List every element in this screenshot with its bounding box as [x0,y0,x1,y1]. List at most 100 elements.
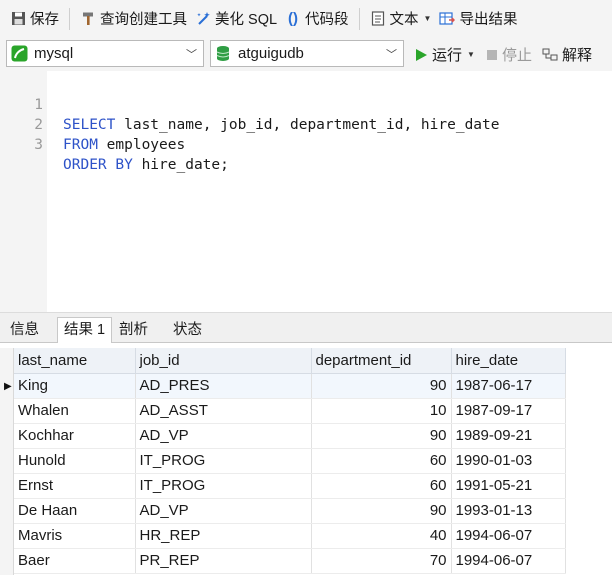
braces-icon: () [288,10,299,27]
column-header-hire-date[interactable]: hire_date [451,348,566,374]
chevron-down-icon: ﹀ [186,49,197,61]
cell-department-id[interactable]: 90 [311,423,452,449]
server-value: mysql [34,45,74,62]
text-output-button[interactable]: 文本 ▼ [366,6,436,32]
code-line: 2 FROM employees [0,95,185,153]
sql-text: employees [97,137,186,153]
document-icon [370,11,386,27]
cell-hire-date[interactable]: 1993-01-13 [451,498,566,524]
table-row[interactable]: Mavris HR_REP 40 1994-06-07 [14,523,566,549]
table-row[interactable]: Kochhar AD_VP 90 1989-09-21 [14,423,566,449]
cell-hire-date[interactable]: 1989-09-21 [451,423,566,449]
table-row[interactable]: De Haan AD_VP 90 1993-01-13 [14,498,566,524]
result-table: last_name job_id department_id hire_date… [14,348,566,574]
code-snippet-label: 代码段 [305,12,349,28]
cell-job-id[interactable]: AD_ASST [135,398,312,424]
cell-job-id[interactable]: AD_VP [135,498,312,524]
table-row[interactable]: King AD_PRES 90 1987-06-17 [14,373,566,399]
cell-department-id[interactable]: 90 [311,498,452,524]
beautify-sql-button[interactable]: 美化 SQL [191,6,281,32]
table-row[interactable]: Ernst IT_PROG 60 1991-05-21 [14,473,566,499]
run-button[interactable]: 运行 ▼ [414,44,475,65]
save-button[interactable]: 保存 [6,6,63,32]
sql-text: last_name, job_id, department_id, hire_d… [115,117,500,133]
toolbar-divider [69,7,70,30]
cell-department-id[interactable]: 10 [311,398,452,424]
query-builder-button[interactable]: 查询创建工具 [76,6,191,32]
save-label: 保存 [30,12,59,28]
cell-job-id[interactable]: AD_PRES [135,373,312,399]
cell-department-id[interactable]: 40 [311,523,452,549]
row-indicator-column: ▶ [0,348,14,575]
cell-hire-date[interactable]: 1994-06-07 [451,523,566,549]
cell-last-name[interactable]: Hunold [14,448,136,474]
server-select[interactable]: mysql ﹀ [6,40,204,67]
dropdown-caret-icon[interactable]: ▼ [424,14,432,23]
sql-keyword: ORDER BY [63,157,133,173]
connection-bar: mysql ﹀ atguigudb ﹀ 运行 ▼ 停止 解释 [0,37,612,71]
toolbar-divider [358,7,360,30]
code-snippet-button[interactable]: () 代码段 [281,6,353,32]
cell-last-name[interactable]: De Haan [14,498,136,524]
cell-job-id[interactable]: PR_REP [135,548,312,574]
cell-hire-date[interactable]: 1987-09-17 [451,398,566,424]
cell-last-name[interactable]: Baer [14,548,136,574]
explain-label: 解释 [562,47,593,64]
code-line: 3 ORDER BY hire_date; [0,115,229,173]
run-dropdown-caret-icon[interactable]: ▼ [467,50,475,59]
sql-keyword: FROM [63,137,98,153]
play-icon [414,48,428,62]
column-header-department-id[interactable]: department_id [311,348,452,374]
stop-button[interactable]: 停止 [486,44,532,65]
column-header-job-id[interactable]: job_id [135,348,312,374]
sql-keyword: SELECT [63,117,116,133]
stop-label: 停止 [502,47,533,64]
cell-department-id[interactable]: 60 [311,473,452,499]
cell-hire-date[interactable]: 1990-01-03 [451,448,566,474]
table-row[interactable]: Baer PR_REP 70 1994-06-07 [14,548,566,574]
table-row[interactable]: Whalen AD_ASST 10 1987-09-17 [14,398,566,424]
cell-job-id[interactable]: IT_PROG [135,473,312,499]
run-label: 运行 [432,47,463,64]
explain-icon [542,47,558,62]
query-builder-label: 查询创建工具 [100,12,187,28]
cell-last-name[interactable]: Mavris [14,523,136,549]
export-results-button[interactable]: 导出结果 [435,6,521,32]
cell-job-id[interactable]: HR_REP [135,523,312,549]
database-icon [215,45,232,62]
cell-last-name[interactable]: Ernst [14,473,136,499]
cell-last-name[interactable]: Whalen [14,398,136,424]
cell-department-id[interactable]: 60 [311,448,452,474]
mysql-connection-icon [11,45,28,62]
explain-button[interactable]: 解释 [542,44,592,65]
chevron-down-icon: ﹀ [386,49,397,61]
stop-icon [486,49,498,61]
table-row[interactable]: Hunold IT_PROG 60 1990-01-03 [14,448,566,474]
sql-editor[interactable]: 1 SELECT last_name, job_id, department_i… [0,71,612,312]
database-select[interactable]: atguigudb ﹀ [210,40,404,67]
column-header-last-name[interactable]: last_name [14,348,136,374]
sql-text: hire_date; [132,157,229,173]
tab-status[interactable]: 状态 [167,318,208,344]
main-toolbar: 保存 查询创建工具 美化 SQL () 代码段 文本 ▼ 导出结果 [0,0,612,37]
cell-job-id[interactable]: AD_VP [135,423,312,449]
cell-department-id[interactable]: 90 [311,373,452,399]
cell-hire-date[interactable]: 1991-05-21 [451,473,566,499]
magic-wand-icon [195,11,211,27]
current-row-arrow-icon: ▶ [4,381,12,392]
result-grid[interactable]: ▶ last_name job_id department_id hire_da… [0,343,612,575]
tab-info[interactable]: 信息 [4,318,45,344]
tab-profile[interactable]: 剖析 [113,318,154,344]
cell-hire-date[interactable]: 1994-06-07 [451,548,566,574]
cell-hire-date[interactable]: 1987-06-17 [451,373,566,399]
export-results-label: 导出结果 [459,12,518,28]
hammer-icon [80,11,96,27]
cell-last-name[interactable]: King [14,373,136,399]
cell-job-id[interactable]: IT_PROG [135,448,312,474]
tab-result-1[interactable]: 结果 1 [57,317,113,344]
export-table-icon [439,11,456,27]
cell-department-id[interactable]: 70 [311,548,452,574]
save-icon [10,11,26,27]
code-line: 1 SELECT last_name, job_id, department_i… [0,75,499,133]
cell-last-name[interactable]: Kochhar [14,423,136,449]
